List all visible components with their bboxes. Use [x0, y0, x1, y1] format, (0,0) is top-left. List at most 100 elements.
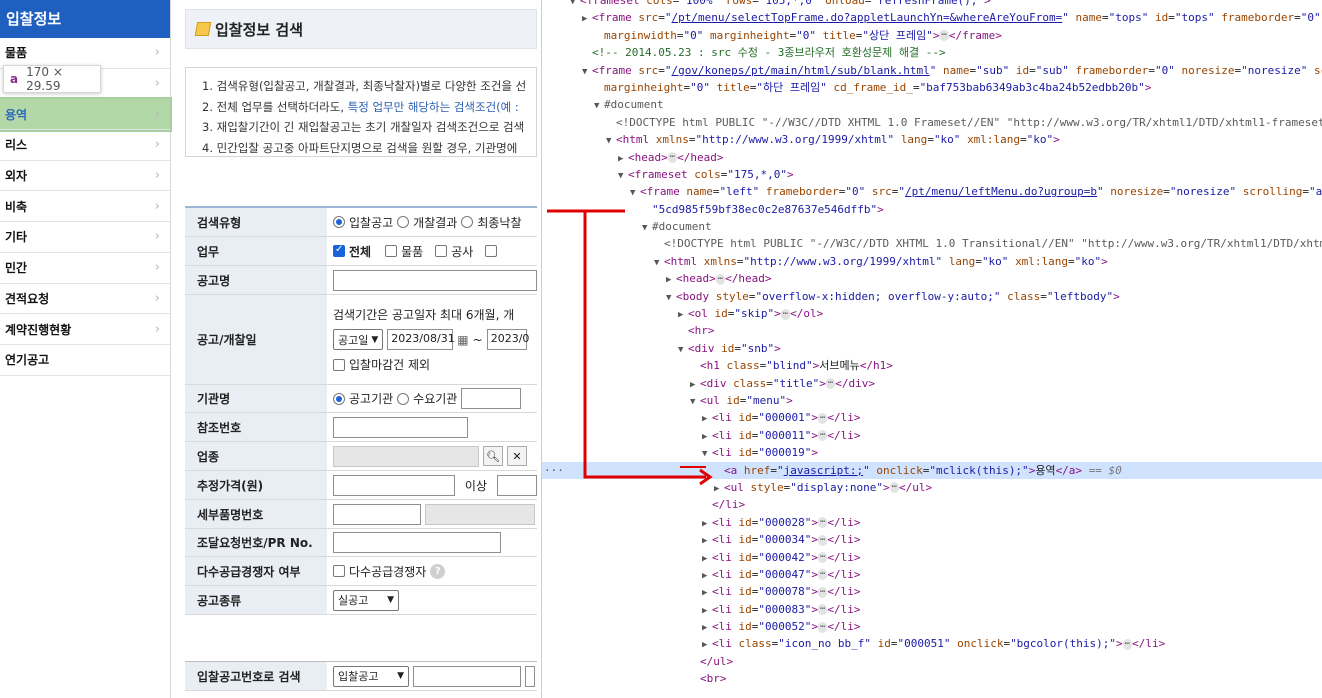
calendar-icon[interactable]: ▦: [457, 333, 468, 347]
radio-demand-agency[interactable]: [397, 392, 410, 405]
date-from-input[interactable]: 2023/08/31: [387, 329, 455, 350]
request-no-input[interactable]: [333, 532, 501, 553]
label-search-type: 검색유형: [185, 208, 327, 236]
dom-node[interactable]: </ul>: [542, 653, 1322, 670]
date-to-input[interactable]: 2023/0: [486, 329, 529, 350]
nav-item[interactable]: 민간 ›: [0, 253, 170, 284]
notice-name-input[interactable]: [333, 269, 537, 291]
checkbox-more[interactable]: [485, 245, 498, 257]
radio-demand-agency-label: 수요기관: [413, 392, 458, 406]
dom-node[interactable]: </li>: [542, 496, 1322, 513]
dom-node[interactable]: ▼ #document: [542, 218, 1322, 235]
chevron-right-icon: ›: [154, 290, 160, 306]
clear-icon[interactable]: ✕: [507, 446, 527, 466]
left-nav: 입찰정보 물품 › › 용역 › 리스 › 외자 › 비축 › 기타 › 민간 › 견적요청 › 계약진행현황 › 연…: [0, 0, 172, 698]
radio-bid-notice[interactable]: [333, 216, 345, 228]
label-industry: 업종: [185, 442, 327, 470]
bid-no-input[interactable]: [413, 665, 521, 687]
nav-item[interactable]: 기타 ›: [0, 222, 170, 253]
checkbox-goods-label: 물품: [401, 244, 424, 259]
help-icon[interactable]: ?: [430, 563, 446, 579]
dom-node[interactable]: <!DOCTYPE html PUBLIC "-//W3C//DTD XHTML…: [542, 235, 1322, 252]
chevron-right-icon: ›: [154, 106, 160, 122]
dom-node[interactable]: ▶ <li id="000078"> ⋯ </li>: [542, 583, 1322, 600]
radio-notice-agency-label: 공고기관: [349, 392, 394, 406]
dom-node[interactable]: ▼ <html xmlns="http://www.w3.org/1999/xht…: [542, 131, 1322, 148]
page-header: 입찰정보 검색: [185, 9, 537, 49]
dom-node[interactable]: ▼ <ul id="menu">: [542, 392, 1322, 409]
dom-node[interactable]: ▶ <li id="000034"> ⋯ </li>: [542, 531, 1322, 548]
dom-node[interactable]: ▶ <li id="000052"> ⋯ </li>: [542, 618, 1322, 635]
dom-node[interactable]: <h1 class="blind">서브메뉴</h1>: [542, 357, 1322, 374]
nav-item[interactable]: 리스 ›: [0, 130, 170, 161]
date-type-select[interactable]: 공고일 ▼: [333, 329, 384, 350]
bid-no-type-select[interactable]: 입찰공고 ▼: [333, 665, 409, 687]
pencil-icon: [194, 22, 212, 36]
nav-item[interactable]: 비축 ›: [0, 191, 170, 223]
search-icon[interactable]: 🔍︎: [483, 446, 503, 466]
dom-node[interactable]: ▶ <li id="000001"> ⋯ </li>: [542, 409, 1322, 426]
row-request-no: 조달요청번호/PR No.: [185, 529, 537, 557]
dom-node[interactable]: ▶ <li id="000011"> ⋯ </li>: [542, 427, 1322, 444]
dom-node[interactable]: ▶ <div class="title"> ⋯ </div>: [542, 375, 1322, 392]
dom-node[interactable]: ▼ <frameset cols="100%" rows="105,*,0" on…: [542, 0, 1322, 9]
price-min-input[interactable]: [333, 474, 455, 496]
dom-node[interactable]: ▼ <html xmlns="http://www.w3.org/1999/xht…: [542, 253, 1322, 270]
dom-node[interactable]: ▼ <body style="overflow-x:hidden; overflo…: [542, 288, 1322, 305]
dom-node[interactable]: "5cd985f59bf38ec0c2e87637e546dffb">: [542, 201, 1322, 218]
dom-node[interactable]: <!-- 2014.05.23 : src 수정 - 3종브라우저 호환성문제 …: [542, 44, 1322, 61]
row-multi-supplier: 다수공급경쟁자 여부 다수공급경쟁자 ?: [185, 557, 537, 586]
notice-box: 1. 검색유형(입찰공고, 개찰결과, 최종낙찰자)별로 다양한 조건을 선 2…: [185, 67, 537, 157]
dom-node[interactable]: ▶ <li id="000042"> ⋯ </li>: [542, 549, 1322, 566]
dom-node[interactable]: <br>: [542, 670, 1322, 687]
ref-no-input[interactable]: [333, 416, 468, 438]
dom-node[interactable]: ▶ <li id="000047"> ⋯ </li>: [542, 566, 1322, 583]
date-hint: 검색기간은 공고일자 최대 6개월, 개: [333, 308, 515, 322]
dom-node[interactable]: ▶ <li id="000083"> ⋯ </li>: [542, 601, 1322, 618]
dom-node[interactable]: ▶ <frame src="/pt/menu/selectTopFrame.do?…: [542, 9, 1322, 26]
row-business: 업무 전체 물품 공사: [185, 237, 537, 266]
nav-item[interactable]: 외자 ›: [0, 161, 170, 192]
dom-node[interactable]: ▼ <li id="000019">: [542, 444, 1322, 461]
nav-item[interactable]: 계약진행현황 ›: [0, 314, 170, 345]
dom-node[interactable]: ▶ <ul style="display:none"> ⋯ </ul>: [542, 479, 1322, 496]
dom-node[interactable]: ▶ <li id="000028"> ⋯ </li>: [542, 514, 1322, 531]
dom-node[interactable]: marginheight="0" title="하단 프레임" cd_frame…: [542, 79, 1322, 96]
nav-item[interactable]: 연기공고: [0, 345, 170, 376]
dom-node[interactable]: ▶ <head> ⋯ </head>: [542, 149, 1322, 166]
label-business: 업무: [185, 237, 327, 265]
dom-node[interactable]: <hr>: [542, 322, 1322, 339]
checkbox-exclude-closed[interactable]: [333, 358, 345, 371]
checkbox-multi-supplier[interactable]: [333, 565, 345, 577]
dom-node[interactable]: ▶ <li class="icon_no bb_f" id="000051" on…: [542, 635, 1322, 652]
radio-final-winner[interactable]: [461, 216, 474, 228]
nav-item[interactable]: 용역 ›: [0, 97, 172, 133]
dom-node[interactable]: ▶ <ol id="skip"> ⋯ </ol>: [542, 305, 1322, 322]
dom-node-selected[interactable]: ··· <a href="javascript:;" onclick="mclic…: [542, 461, 1322, 479]
bid-no-input-2[interactable]: [525, 665, 535, 687]
detail-item-input[interactable]: [333, 503, 421, 525]
notice-kind-select[interactable]: 실공고 ▼: [333, 589, 399, 611]
dom-node[interactable]: ▼ <frameset cols="175,*,0">: [542, 166, 1322, 183]
industry-input[interactable]: [333, 445, 479, 467]
dom-node[interactable]: <!DOCTYPE html PUBLIC "-//W3C//DTD XHTML…: [542, 114, 1322, 131]
dom-node[interactable]: ▼ <frame name="left" frameborder="0" src=…: [542, 183, 1322, 200]
nav-item[interactable]: 견적요청 ›: [0, 284, 170, 315]
checkbox-construction[interactable]: [435, 245, 448, 257]
dom-node[interactable]: ▼ #document: [542, 96, 1322, 113]
radio-notice-agency[interactable]: [333, 392, 345, 405]
price-max-input[interactable]: [497, 474, 537, 496]
radio-opening-result[interactable]: [397, 216, 410, 228]
dom-node[interactable]: ▶ <head> ⋯ </head>: [542, 270, 1322, 287]
checkbox-construction-label: 공사: [451, 244, 474, 259]
agency-input[interactable]: [461, 388, 522, 409]
checkbox-goods[interactable]: [385, 245, 398, 257]
element-inspect-tooltip: a 170 × 29.59: [3, 65, 101, 93]
dom-node[interactable]: ▼ <frame src="/gov/koneps/pt/main/html/su…: [542, 62, 1322, 79]
label-notice-name: 공고명: [185, 266, 327, 294]
more-icon[interactable]: ···: [544, 462, 564, 479]
dom-node[interactable]: ▼ <div id="snb">: [542, 340, 1322, 357]
dom-node[interactable]: marginwidth="0" marginheight="0" title="…: [542, 27, 1322, 44]
row-agency: 기관명 공고기관 수요기관: [185, 385, 537, 413]
checkbox-all[interactable]: [333, 244, 345, 257]
